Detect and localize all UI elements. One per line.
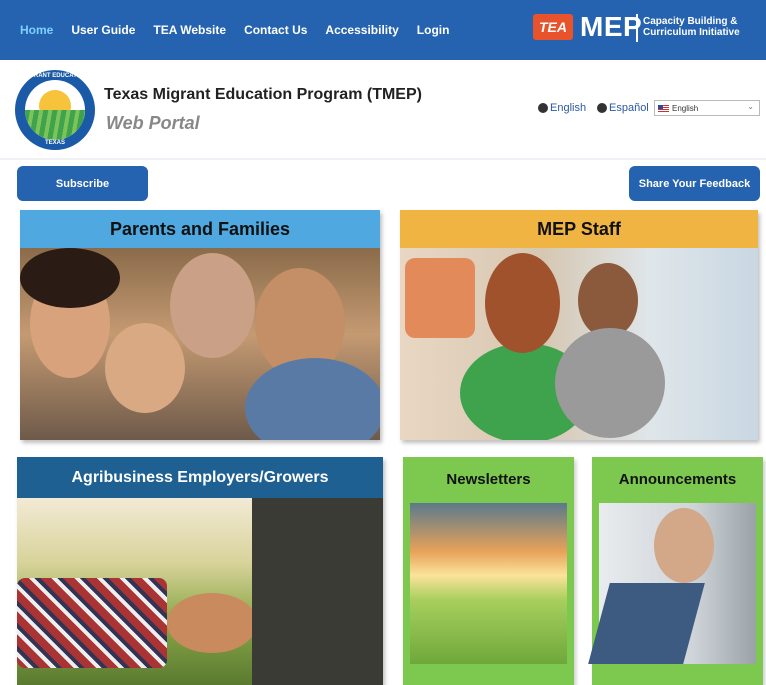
tea-logo[interactable]: TEA <box>533 14 573 40</box>
parents-families-card[interactable]: Parents and Families <box>20 210 380 440</box>
lang-english-label: English <box>550 102 587 114</box>
newsletters-heading: Newsletters <box>446 471 531 488</box>
logo-divider <box>636 14 638 42</box>
field-icon <box>25 110 85 140</box>
nav-login-link[interactable]: Login <box>417 23 450 37</box>
plaid-sleeve-shape <box>17 578 167 668</box>
hand-shape <box>654 508 714 583</box>
face-shape <box>170 253 255 358</box>
migrant-education-seal: MIGRANT EDUCATION TEXAS <box>15 70 95 150</box>
nav-contact-link[interactable]: Contact Us <box>244 23 307 37</box>
family-photo <box>20 248 380 440</box>
share-feedback-button[interactable]: Share Your Feedback <box>629 166 760 201</box>
mep-staff-card[interactable]: MEP Staff <box>400 210 758 440</box>
pinboard-photo <box>588 503 756 664</box>
lang-spanish-label: Español <box>609 102 649 114</box>
language-select-value: English <box>672 103 699 113</box>
wall-decor-shape <box>405 258 475 338</box>
seal-bottom-text: TEXAS <box>44 140 65 146</box>
parents-families-heading: Parents and Families <box>20 210 380 248</box>
hand-shape <box>167 593 257 653</box>
globe-icon <box>538 103 548 113</box>
us-flag-icon <box>658 104 669 112</box>
site-subtitle: Web Portal <box>106 113 200 133</box>
agribusiness-card[interactable]: Agribusiness Employers/Growers <box>17 457 383 685</box>
hair-shape <box>485 253 560 353</box>
mep-logo[interactable]: MEP <box>580 11 642 43</box>
nav-links: Home User Guide TEA Website Contact Us A… <box>20 23 449 37</box>
top-nav: Home User Guide TEA Website Contact Us A… <box>0 0 766 60</box>
header-divider <box>0 158 766 160</box>
sleeve-shape <box>588 583 705 664</box>
staff-photo <box>400 248 758 440</box>
seal-emblem <box>25 80 85 140</box>
globe-icon <box>597 103 607 113</box>
newsletters-card[interactable]: Newsletters <box>403 457 574 685</box>
announcements-heading: Announcements <box>618 471 737 488</box>
face-shape <box>105 323 185 413</box>
mep-staff-heading: MEP Staff <box>400 210 758 248</box>
face-shape <box>578 263 638 338</box>
nav-tea-website-link[interactable]: TEA Website <box>153 23 226 37</box>
handshake-photo <box>17 498 383 685</box>
nav-user-guide-link[interactable]: User Guide <box>71 23 135 37</box>
lang-spanish-link[interactable]: Español <box>597 102 649 114</box>
nav-home-link[interactable]: Home <box>20 23 53 37</box>
cardigan-shape <box>555 328 665 438</box>
sunrise-field-photo <box>410 503 567 664</box>
shirt-shape <box>245 358 380 440</box>
mep-tagline: Capacity Building & Curriculum Initiativ… <box>643 16 740 38</box>
seal-top-text: MIGRANT EDUCATION <box>22 73 88 79</box>
agribusiness-heading: Agribusiness Employers/Growers <box>17 457 383 498</box>
nav-accessibility-link[interactable]: Accessibility <box>325 23 398 37</box>
language-select[interactable]: English ⌄ <box>654 100 760 116</box>
site-title: Texas Migrant Education Program (TMEP) <box>104 86 422 103</box>
lang-english-link[interactable]: English <box>538 102 586 114</box>
dark-sleeve-shape <box>252 498 383 685</box>
hair-shape <box>20 248 120 308</box>
chevron-down-icon: ⌄ <box>747 102 754 111</box>
subscribe-button[interactable]: Subscribe <box>17 166 148 201</box>
announcements-card[interactable]: Announcements <box>588 457 763 685</box>
